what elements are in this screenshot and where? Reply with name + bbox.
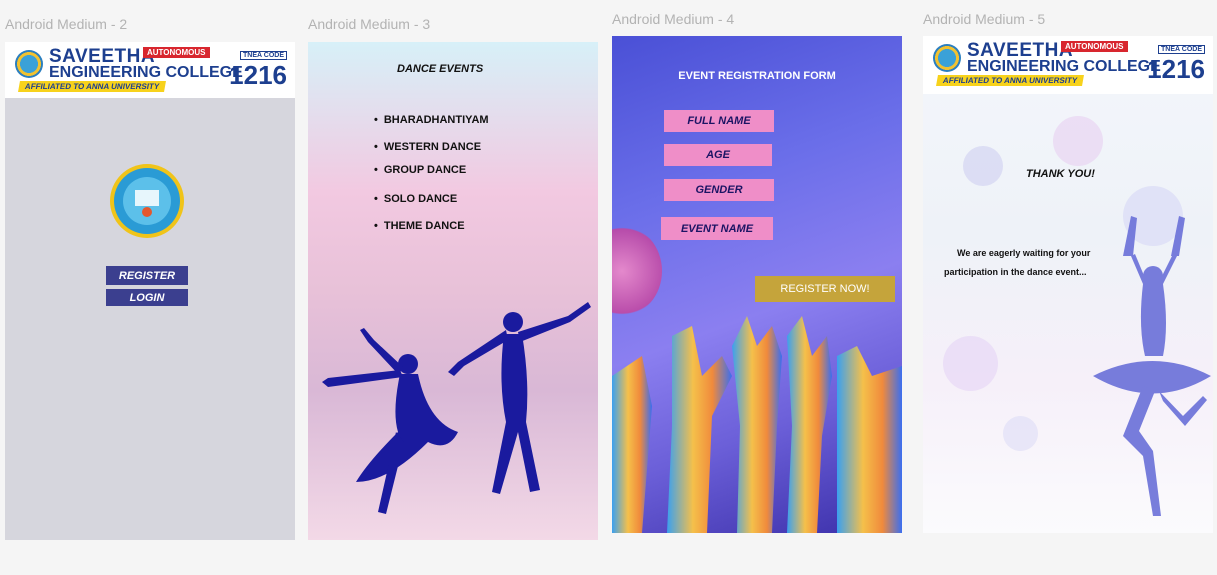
register-now-button[interactable]: REGISTER NOW! [755,276,895,302]
college-emblem-icon [110,164,184,238]
screen-registration-form: EVENT REGISTRATION FORM FULL NAME AGE GE… [612,36,902,533]
age-field[interactable]: AGE [664,144,772,166]
autonomous-badge: AUTONOMOUS [1061,41,1128,52]
autonomous-badge: AUTONOMOUS [143,47,210,58]
screen-dance-events: DANCE EVENTS BHARADHANTIYAM WESTERN DANC… [308,42,598,540]
bubble [1053,116,1103,166]
frame-label-3: Android Medium - 3 [308,16,431,32]
college-logo-icon [15,50,43,78]
college-name-line2: ENGINEERING COLLEGE [49,64,243,81]
bubble [963,146,1003,186]
bubble [943,336,998,391]
college-logo-icon [933,44,961,72]
decorative-orb [612,226,662,316]
thank-you-heading: THANK YOU! [1026,168,1095,180]
frame-label-5: Android Medium - 5 [923,11,1046,27]
event-item: GROUP DANCE [374,164,466,176]
screen-thank-you: SAVEETHA AUTONOMOUS ENGINEERING COLLEGE … [923,36,1213,533]
affiliation-strip: AFFILIATED TO ANNA UNIVERSITY [936,75,1085,86]
college-name-line2: ENGINEERING COLLEGE [967,58,1161,75]
bubble [1003,416,1038,451]
ballerina-illustration [1093,216,1211,516]
message-line1: We are eagerly waiting for your [957,248,1091,258]
tnea-label: TNEA CODE [1158,45,1205,54]
events-title: DANCE EVENTS [397,63,484,75]
form-title: EVENT REGISTRATION FORM [678,70,836,82]
login-button[interactable]: LOGIN [106,289,188,306]
dancers-illustration [322,302,591,514]
college-banner: SAVEETHA AUTONOMOUS ENGINEERING COLLEGE … [923,36,1213,94]
crowd-illustration [612,316,902,533]
event-item: WESTERN DANCE [374,141,481,153]
tnea-code: 1216 [229,60,287,90]
gender-field[interactable]: GENDER [664,179,774,201]
screen-login: SAVEETHA AUTONOMOUS ENGINEERING COLLEGE … [5,42,295,540]
frame-label-4: Android Medium - 4 [612,11,735,27]
message-line2: participation in the dance event... [944,267,1087,277]
affiliation-strip: AFFILIATED TO ANNA UNIVERSITY [18,81,167,92]
frame-label-2: Android Medium - 2 [5,16,128,32]
event-item: SOLO DANCE [374,193,457,205]
tnea-code: 1216 [1147,54,1205,84]
event-item: BHARADHANTIYAM [374,114,489,126]
college-banner: SAVEETHA AUTONOMOUS ENGINEERING COLLEGE … [5,42,295,98]
full-name-field[interactable]: FULL NAME [664,110,774,132]
event-item: THEME DANCE [374,220,465,232]
tnea-label: TNEA CODE [240,51,287,60]
register-button[interactable]: REGISTER [106,266,188,285]
event-name-field[interactable]: EVENT NAME [661,217,773,240]
